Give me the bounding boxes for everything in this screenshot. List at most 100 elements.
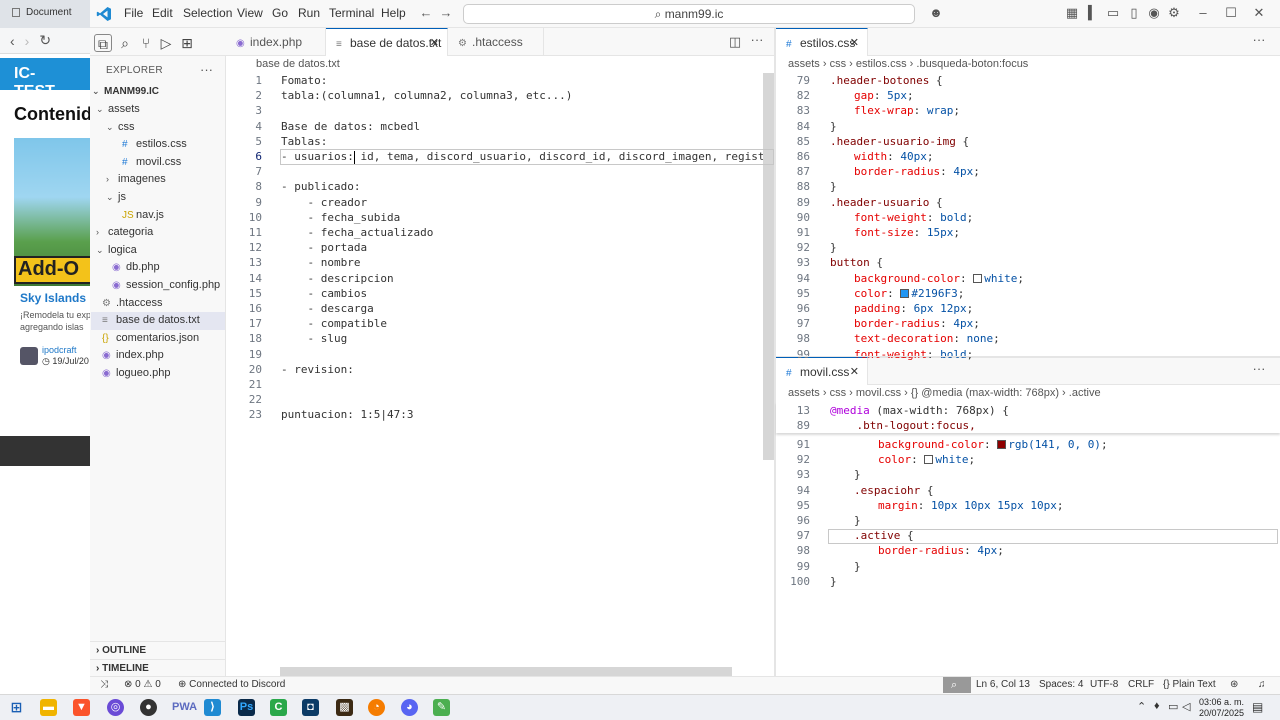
microphone-icon[interactable]: ♦ xyxy=(1154,700,1160,712)
back-icon[interactable]: ‹ xyxy=(10,33,15,49)
copilot-icon[interactable]: ☻ xyxy=(926,6,946,20)
menu-selection[interactable]: Selection xyxy=(183,6,232,20)
indentation[interactable]: Spaces: 4 xyxy=(1039,679,1083,690)
code-line[interactable]: - usuarios: id, tema, discord_usuario, d… xyxy=(281,149,763,164)
clock-time[interactable]: 03:06 a. m. xyxy=(1199,697,1244,707)
code-line[interactable]: background-color: rgb(141, 0, 0); xyxy=(878,437,1108,452)
editor-more-icon-right[interactable]: ··· xyxy=(1252,33,1266,47)
code-line[interactable]: .btn-logout:focus, xyxy=(830,418,975,433)
tree-file-nav-js[interactable]: JS nav.js xyxy=(116,207,226,225)
code-line[interactable]: - fecha_subida xyxy=(281,210,400,225)
close-tab-icon[interactable]: ✕ xyxy=(430,29,439,57)
network-icon[interactable]: ▭ xyxy=(1168,700,1178,713)
menu-file[interactable]: File xyxy=(124,6,143,20)
code-line[interactable]: - descripcion xyxy=(281,271,393,286)
editor-more-icon-right-bottom[interactable]: ··· xyxy=(1252,362,1266,376)
workspace-root[interactable]: ⌄ MANM99.IC xyxy=(92,83,225,101)
menu-edit[interactable]: Edit xyxy=(152,6,173,20)
code-line[interactable]: } xyxy=(830,240,837,255)
photoshop-icon[interactable]: Ps xyxy=(238,699,255,716)
code-line[interactable]: button { xyxy=(830,255,883,270)
encoding[interactable]: UTF-8 xyxy=(1090,679,1118,690)
app-icon-blue[interactable]: ◘ xyxy=(302,699,319,716)
code-line[interactable]: puntuacion: 1:5|47:3 xyxy=(281,407,413,422)
discord-status[interactable]: ⊕ Connected to Discord xyxy=(178,679,285,690)
code-line[interactable]: .header-botones { xyxy=(830,73,943,88)
nav-forward-icon[interactable]: → xyxy=(439,6,453,20)
tree-folder-js[interactable]: ⌄ js xyxy=(106,189,226,207)
addon-card-title[interactable]: Sky Islands xyxy=(20,291,86,305)
breadcrumb-item[interactable]: {} @media (max-width: 768px) xyxy=(911,387,1059,399)
code-line[interactable]: gap: 5px; xyxy=(854,88,914,103)
breadcrumb-item[interactable]: movil.css xyxy=(856,387,901,399)
orange-app-icon[interactable]: ◔ xyxy=(368,699,385,716)
problems-indicator[interactable]: ⊗ 0 ⚠ 0 xyxy=(124,679,161,690)
code-line[interactable]: - fecha_actualizado xyxy=(281,225,433,240)
code-line[interactable]: - compatible xyxy=(281,316,386,331)
tree-file-comentarios-json[interactable]: {} comentarios.json xyxy=(96,330,226,348)
tree-file--htaccess[interactable]: ⚙ .htaccess xyxy=(96,295,226,313)
account-icon[interactable]: ◉ xyxy=(1147,6,1161,20)
code-line[interactable]: tabla:(columna1, columna2, columna3, etc… xyxy=(281,88,572,103)
editor-group-divider[interactable] xyxy=(776,356,1280,357)
toggle-sidebar-icon[interactable]: ▍ xyxy=(1086,6,1100,20)
code-line[interactable]: - publicado: xyxy=(281,179,360,194)
menu-go[interactable]: Go xyxy=(272,6,288,20)
minimize-icon[interactable]: – xyxy=(1196,6,1210,20)
code-line[interactable]: .header-usuario-img { xyxy=(830,134,969,149)
explorer-icon[interactable]: ⧉ xyxy=(94,34,112,52)
code-line[interactable]: font-weight: bold; xyxy=(854,210,973,225)
breadcrumb-left[interactable]: base de datos.txt xyxy=(226,56,774,73)
tree-file-session-config-php[interactable]: ◉ session_config.php xyxy=(106,277,226,295)
run-debug-icon[interactable]: ▷ xyxy=(157,34,175,52)
code-line[interactable]: margin: 10px 10px 15px 10px; xyxy=(878,498,1063,513)
breadcrumb-item[interactable]: css xyxy=(830,58,847,70)
close-tab-icon[interactable]: ✕ xyxy=(850,29,859,57)
outline-section[interactable]: › OUTLINE xyxy=(90,641,226,659)
code-line[interactable]: - descarga xyxy=(281,301,373,316)
close-window-icon[interactable]: ✕ xyxy=(1252,6,1266,20)
tab--htaccess[interactable]: ⚙ .htaccess xyxy=(448,28,544,56)
code-line[interactable]: text-decoration: none; xyxy=(854,331,1000,346)
code-line[interactable]: - slug xyxy=(281,331,347,346)
breadcrumb-item[interactable]: assets xyxy=(788,387,820,399)
breadcrumb-right-bottom[interactable]: assets › css › movil.css › {} @media (ma… xyxy=(776,385,1280,402)
code-line[interactable]: } xyxy=(830,574,837,589)
minecraft-icon[interactable]: ▩ xyxy=(336,699,353,716)
start-icon[interactable]: ⊞ xyxy=(8,699,25,716)
editor-more-icon[interactable]: ··· xyxy=(750,33,764,47)
code-line[interactable]: - revision: xyxy=(281,362,354,377)
code-line[interactable]: .header-usuario { xyxy=(830,195,943,210)
code-line[interactable]: @media (max-width: 768px) { xyxy=(830,403,1009,418)
code-line[interactable]: border-radius: 4px; xyxy=(878,543,1004,558)
tray-chevron-icon[interactable]: ⌃ xyxy=(1137,700,1146,713)
tree-file-index-php[interactable]: ◉ index.php xyxy=(96,347,226,365)
extensions-icon[interactable]: ⊞ xyxy=(178,34,196,52)
color-swatch[interactable] xyxy=(900,288,910,298)
breadcrumb-item[interactable]: css xyxy=(830,387,847,399)
code-line[interactable]: - creador xyxy=(281,195,367,210)
tree-file-movil-css[interactable]: # movil.css xyxy=(116,154,226,172)
tree-folder-imagenes[interactable]: › imagenes xyxy=(106,171,226,189)
code-line[interactable]: } xyxy=(854,559,861,574)
color-swatch[interactable] xyxy=(924,455,934,465)
code-line[interactable]: - portada xyxy=(281,240,367,255)
close-tab-icon[interactable]: ✕ xyxy=(850,358,859,386)
code-line[interactable]: Tablas: xyxy=(281,134,327,149)
site-header[interactable]: IC-TEST xyxy=(0,58,90,100)
notifications-icon[interactable]: ♫ xyxy=(1258,679,1266,690)
horizontal-scrollbar[interactable] xyxy=(280,667,732,676)
language-mode[interactable]: {} Plain Text xyxy=(1163,679,1216,690)
brave-icon[interactable]: ▼ xyxy=(73,699,90,716)
split-editor-icon[interactable]: ◫ xyxy=(728,35,742,49)
notification-center-icon[interactable]: ▤ xyxy=(1252,700,1263,714)
clock-date[interactable]: 20/07/2025 xyxy=(1199,708,1244,718)
tree-file-logueo-php[interactable]: ◉ logueo.php xyxy=(96,365,226,383)
vscode-taskbar-icon[interactable]: ⟩ xyxy=(204,699,221,716)
code-line[interactable]: border-radius: 4px; xyxy=(854,164,980,179)
code-line[interactable]: } xyxy=(854,513,861,528)
discord-icon[interactable]: ◕ xyxy=(401,699,418,716)
tab-index-php[interactable]: ◉ index.php xyxy=(226,28,326,56)
notepad-icon[interactable]: ✎ xyxy=(433,699,450,716)
menu-run[interactable]: Run xyxy=(298,6,320,20)
